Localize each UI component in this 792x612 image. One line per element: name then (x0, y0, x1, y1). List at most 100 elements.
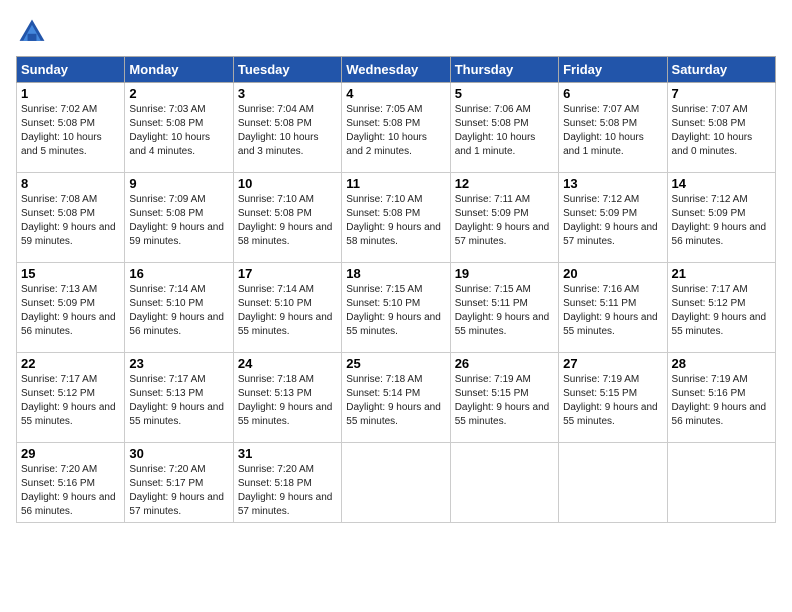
day-info: Sunrise: 7:02 AM Sunset: 5:08 PM Dayligh… (21, 103, 120, 159)
day-number: 8 (21, 176, 120, 191)
calendar-day-cell: 18 Sunrise: 7:15 AM Sunset: 5:10 PM Dayl… (342, 263, 450, 353)
calendar-day-cell: 31 Sunrise: 7:20 AM Sunset: 5:18 PM Dayl… (233, 443, 341, 523)
day-info: Sunrise: 7:10 AM Sunset: 5:08 PM Dayligh… (238, 193, 337, 249)
calendar-day-cell: 3 Sunrise: 7:04 AM Sunset: 5:08 PM Dayli… (233, 83, 341, 173)
day-number: 4 (346, 86, 445, 101)
logo (16, 16, 52, 48)
day-number: 25 (346, 356, 445, 371)
calendar-day-cell: 19 Sunrise: 7:15 AM Sunset: 5:11 PM Dayl… (450, 263, 558, 353)
calendar-day-cell: 6 Sunrise: 7:07 AM Sunset: 5:08 PM Dayli… (559, 83, 667, 173)
day-info: Sunrise: 7:14 AM Sunset: 5:10 PM Dayligh… (129, 283, 228, 339)
day-info: Sunrise: 7:12 AM Sunset: 5:09 PM Dayligh… (563, 193, 662, 249)
day-info: Sunrise: 7:16 AM Sunset: 5:11 PM Dayligh… (563, 283, 662, 339)
day-number: 30 (129, 446, 228, 461)
day-info: Sunrise: 7:17 AM Sunset: 5:12 PM Dayligh… (672, 283, 771, 339)
weekday-header: Tuesday (233, 57, 341, 83)
day-number: 2 (129, 86, 228, 101)
calendar-day-cell: 30 Sunrise: 7:20 AM Sunset: 5:17 PM Dayl… (125, 443, 233, 523)
weekday-header: Saturday (667, 57, 775, 83)
day-info: Sunrise: 7:12 AM Sunset: 5:09 PM Dayligh… (672, 193, 771, 249)
day-number: 6 (563, 86, 662, 101)
calendar-day-cell: 27 Sunrise: 7:19 AM Sunset: 5:15 PM Dayl… (559, 353, 667, 443)
day-number: 24 (238, 356, 337, 371)
weekday-header: Wednesday (342, 57, 450, 83)
calendar-week-row: 15 Sunrise: 7:13 AM Sunset: 5:09 PM Dayl… (17, 263, 776, 353)
day-number: 21 (672, 266, 771, 281)
day-number: 27 (563, 356, 662, 371)
day-number: 1 (21, 86, 120, 101)
calendar-day-cell: 9 Sunrise: 7:09 AM Sunset: 5:08 PM Dayli… (125, 173, 233, 263)
calendar-day-cell: 20 Sunrise: 7:16 AM Sunset: 5:11 PM Dayl… (559, 263, 667, 353)
day-number: 13 (563, 176, 662, 191)
weekday-header: Sunday (17, 57, 125, 83)
day-info: Sunrise: 7:09 AM Sunset: 5:08 PM Dayligh… (129, 193, 228, 249)
day-info: Sunrise: 7:11 AM Sunset: 5:09 PM Dayligh… (455, 193, 554, 249)
calendar-day-cell: 1 Sunrise: 7:02 AM Sunset: 5:08 PM Dayli… (17, 83, 125, 173)
day-number: 15 (21, 266, 120, 281)
weekday-header: Friday (559, 57, 667, 83)
calendar-week-row: 22 Sunrise: 7:17 AM Sunset: 5:12 PM Dayl… (17, 353, 776, 443)
page-header (16, 16, 776, 48)
day-number: 28 (672, 356, 771, 371)
day-number: 14 (672, 176, 771, 191)
day-info: Sunrise: 7:04 AM Sunset: 5:08 PM Dayligh… (238, 103, 337, 159)
day-info: Sunrise: 7:13 AM Sunset: 5:09 PM Dayligh… (21, 283, 120, 339)
calendar-day-cell (559, 443, 667, 523)
day-info: Sunrise: 7:19 AM Sunset: 5:15 PM Dayligh… (455, 373, 554, 429)
calendar-day-cell: 10 Sunrise: 7:10 AM Sunset: 5:08 PM Dayl… (233, 173, 341, 263)
day-info: Sunrise: 7:07 AM Sunset: 5:08 PM Dayligh… (563, 103, 662, 159)
weekday-header: Thursday (450, 57, 558, 83)
day-info: Sunrise: 7:19 AM Sunset: 5:16 PM Dayligh… (672, 373, 771, 429)
day-info: Sunrise: 7:15 AM Sunset: 5:11 PM Dayligh… (455, 283, 554, 339)
day-info: Sunrise: 7:10 AM Sunset: 5:08 PM Dayligh… (346, 193, 445, 249)
day-info: Sunrise: 7:17 AM Sunset: 5:12 PM Dayligh… (21, 373, 120, 429)
day-info: Sunrise: 7:03 AM Sunset: 5:08 PM Dayligh… (129, 103, 228, 159)
calendar-day-cell (667, 443, 775, 523)
weekday-header-row: SundayMondayTuesdayWednesdayThursdayFrid… (17, 57, 776, 83)
calendar-day-cell (342, 443, 450, 523)
calendar-day-cell: 12 Sunrise: 7:11 AM Sunset: 5:09 PM Dayl… (450, 173, 558, 263)
calendar-day-cell: 22 Sunrise: 7:17 AM Sunset: 5:12 PM Dayl… (17, 353, 125, 443)
calendar-day-cell: 13 Sunrise: 7:12 AM Sunset: 5:09 PM Dayl… (559, 173, 667, 263)
day-number: 22 (21, 356, 120, 371)
calendar-day-cell: 4 Sunrise: 7:05 AM Sunset: 5:08 PM Dayli… (342, 83, 450, 173)
calendar-week-row: 29 Sunrise: 7:20 AM Sunset: 5:16 PM Dayl… (17, 443, 776, 523)
day-number: 9 (129, 176, 228, 191)
calendar-day-cell: 26 Sunrise: 7:19 AM Sunset: 5:15 PM Dayl… (450, 353, 558, 443)
calendar-week-row: 1 Sunrise: 7:02 AM Sunset: 5:08 PM Dayli… (17, 83, 776, 173)
day-number: 23 (129, 356, 228, 371)
day-info: Sunrise: 7:18 AM Sunset: 5:13 PM Dayligh… (238, 373, 337, 429)
calendar-day-cell: 15 Sunrise: 7:13 AM Sunset: 5:09 PM Dayl… (17, 263, 125, 353)
day-info: Sunrise: 7:20 AM Sunset: 5:17 PM Dayligh… (129, 463, 228, 519)
day-info: Sunrise: 7:18 AM Sunset: 5:14 PM Dayligh… (346, 373, 445, 429)
calendar-day-cell: 2 Sunrise: 7:03 AM Sunset: 5:08 PM Dayli… (125, 83, 233, 173)
calendar-week-row: 8 Sunrise: 7:08 AM Sunset: 5:08 PM Dayli… (17, 173, 776, 263)
day-info: Sunrise: 7:19 AM Sunset: 5:15 PM Dayligh… (563, 373, 662, 429)
day-number: 18 (346, 266, 445, 281)
day-number: 5 (455, 86, 554, 101)
day-info: Sunrise: 7:05 AM Sunset: 5:08 PM Dayligh… (346, 103, 445, 159)
day-number: 26 (455, 356, 554, 371)
calendar-table: SundayMondayTuesdayWednesdayThursdayFrid… (16, 56, 776, 523)
day-info: Sunrise: 7:17 AM Sunset: 5:13 PM Dayligh… (129, 373, 228, 429)
weekday-header: Monday (125, 57, 233, 83)
day-info: Sunrise: 7:20 AM Sunset: 5:18 PM Dayligh… (238, 463, 337, 519)
calendar-day-cell (450, 443, 558, 523)
day-number: 7 (672, 86, 771, 101)
day-info: Sunrise: 7:08 AM Sunset: 5:08 PM Dayligh… (21, 193, 120, 249)
calendar-day-cell: 17 Sunrise: 7:14 AM Sunset: 5:10 PM Dayl… (233, 263, 341, 353)
calendar-day-cell: 8 Sunrise: 7:08 AM Sunset: 5:08 PM Dayli… (17, 173, 125, 263)
day-number: 19 (455, 266, 554, 281)
calendar-day-cell: 14 Sunrise: 7:12 AM Sunset: 5:09 PM Dayl… (667, 173, 775, 263)
calendar-day-cell: 7 Sunrise: 7:07 AM Sunset: 5:08 PM Dayli… (667, 83, 775, 173)
calendar-day-cell: 5 Sunrise: 7:06 AM Sunset: 5:08 PM Dayli… (450, 83, 558, 173)
day-number: 10 (238, 176, 337, 191)
day-info: Sunrise: 7:20 AM Sunset: 5:16 PM Dayligh… (21, 463, 120, 519)
logo-icon (16, 16, 48, 48)
calendar-day-cell: 28 Sunrise: 7:19 AM Sunset: 5:16 PM Dayl… (667, 353, 775, 443)
day-number: 3 (238, 86, 337, 101)
day-info: Sunrise: 7:07 AM Sunset: 5:08 PM Dayligh… (672, 103, 771, 159)
day-number: 11 (346, 176, 445, 191)
day-info: Sunrise: 7:06 AM Sunset: 5:08 PM Dayligh… (455, 103, 554, 159)
day-info: Sunrise: 7:15 AM Sunset: 5:10 PM Dayligh… (346, 283, 445, 339)
